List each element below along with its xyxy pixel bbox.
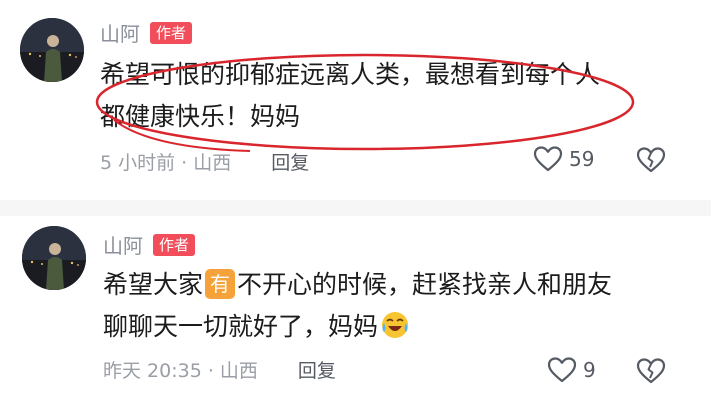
laughing-crying-emoji-icon [382, 312, 409, 338]
comment-text-line: 希望可恨的抑郁症远离人类，最想看到每个人 [100, 60, 601, 89]
author-badge: 作者 [150, 21, 193, 44]
reply-button[interactable]: 回复 [271, 148, 309, 175]
comment-meta: 昨天 20:35 · 山西 回复 [103, 356, 336, 383]
like-count: 59 [569, 147, 595, 171]
author-badge: 作者 [153, 233, 196, 256]
heart-outline-icon [533, 146, 563, 172]
comment-text: 希望大家有不开心的时候，赶紧找亲人和朋友 聊聊天一切就好了，妈妈 [103, 264, 612, 348]
comment-text-segment: 不开心的时候，赶紧找亲人和朋友 [237, 270, 613, 299]
like-count: 9 [583, 358, 596, 382]
comment-text: 希望可恨的抑郁症远离人类，最想看到每个人 都健康快乐！妈妈 [100, 54, 600, 138]
like-button[interactable]: 59 [533, 145, 594, 173]
avatar[interactable] [20, 18, 84, 82]
timestamp-location: 5 小时前 · 山西 [100, 152, 232, 174]
author-name[interactable]: 山阿 [103, 230, 143, 259]
comment-text-line: 希望大家有不开心的时候，赶紧找亲人和朋友 [103, 264, 612, 306]
like-button[interactable]: 9 [547, 356, 596, 384]
comment-divider [0, 200, 711, 216]
comment-text-segment: 聊聊天一切就好了，妈妈 [103, 312, 379, 341]
author-row: 山阿 作者 [100, 18, 193, 47]
reply-button[interactable]: 回复 [298, 356, 336, 383]
broken-heart-icon[interactable] [636, 146, 666, 174]
comment-text-line: 都健康快乐！妈妈 [100, 102, 301, 131]
timestamp-location: 昨天 20:35 · 山西 [103, 360, 258, 382]
you-emoji-box: 有 [205, 269, 236, 299]
author-row: 山阿 作者 [103, 230, 196, 259]
comment-item: 山阿 作者 希望可恨的抑郁症远离人类，最想看到每个人 都健康快乐！妈妈 5 小时… [0, 0, 711, 200]
author-name[interactable]: 山阿 [100, 18, 140, 47]
broken-heart-icon[interactable] [636, 357, 666, 385]
comment-item: 山阿 作者 希望大家有不开心的时候，赶紧找亲人和朋友 聊聊天一切就好了，妈妈 昨… [0, 216, 711, 414]
comment-text-segment: 希望大家 [103, 270, 204, 299]
comment-text-line: 聊聊天一切就好了，妈妈 [103, 306, 612, 348]
avatar[interactable] [22, 226, 86, 290]
comment-meta: 5 小时前 · 山西 回复 [100, 148, 309, 175]
heart-outline-icon [547, 357, 577, 383]
